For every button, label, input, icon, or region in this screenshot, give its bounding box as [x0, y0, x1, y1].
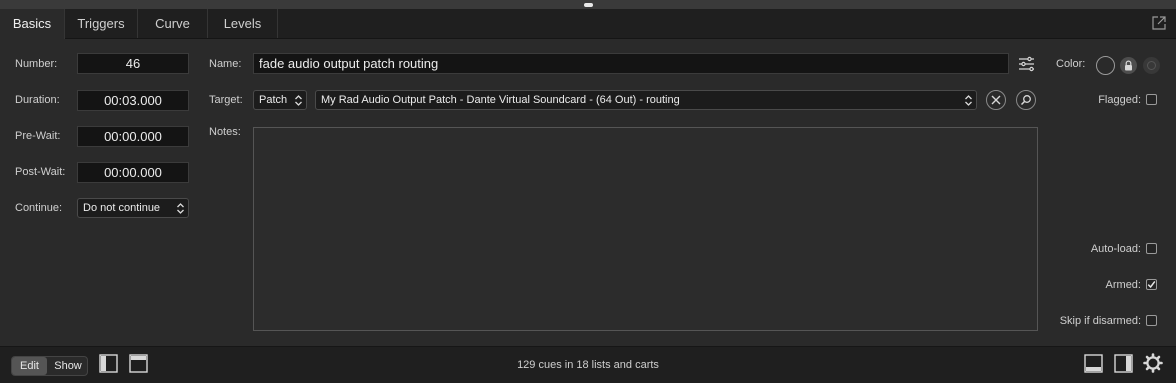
- tab-levels[interactable]: Levels: [208, 9, 278, 38]
- name-options-icon[interactable]: [1018, 56, 1035, 72]
- notes-textarea[interactable]: [253, 127, 1038, 331]
- color-lock-button[interactable]: [1120, 57, 1137, 74]
- lock-icon: [1125, 60, 1132, 71]
- tab-triggers[interactable]: Triggers: [65, 9, 138, 38]
- color-swatch-none[interactable]: [1096, 56, 1115, 75]
- postwait-label: Post-Wait:: [15, 166, 66, 178]
- window-top-strip: [0, 0, 1176, 9]
- target-label: Target:: [209, 94, 243, 106]
- chevron-updown-icon: [295, 95, 302, 106]
- target-type-value: Patch: [259, 94, 288, 106]
- number-label: Number:: [15, 58, 58, 70]
- prewait-label: Pre-Wait:: [15, 130, 61, 142]
- duration-label: Duration:: [15, 94, 60, 106]
- skip-if-disarmed-checkbox[interactable]: [1146, 315, 1157, 326]
- search-icon: [1020, 95, 1031, 106]
- target-type-select[interactable]: Patch: [253, 90, 307, 110]
- name-field[interactable]: fade audio output patch routing: [253, 53, 1009, 74]
- chevron-updown-icon: [965, 95, 972, 106]
- close-icon: [991, 95, 1001, 105]
- checkmark-icon: [1147, 280, 1156, 289]
- continue-label: Continue:: [15, 202, 63, 214]
- tab-basics[interactable]: Basics: [0, 9, 65, 39]
- color-swatch-disabled: [1143, 57, 1160, 74]
- flagged-checkbox[interactable]: [1146, 94, 1157, 105]
- armed-label: Armed:: [1105, 279, 1141, 291]
- target-select[interactable]: My Rad Audio Output Patch - Dante Virtua…: [315, 90, 977, 110]
- name-label: Name:: [209, 58, 242, 70]
- resize-grip[interactable]: [584, 3, 593, 7]
- toggle-right-sidebar-icon[interactable]: [1114, 354, 1133, 373]
- notes-label: Notes:: [209, 126, 241, 138]
- continue-select-value: Do not continue: [83, 202, 161, 214]
- color-label: Color:: [1056, 58, 1086, 70]
- status-text: 129 cues in 18 lists and carts: [517, 359, 659, 371]
- flagged-label: Flagged:: [1098, 94, 1141, 106]
- clear-target-button[interactable]: [986, 90, 1006, 110]
- prewait-field[interactable]: 00:00.000: [77, 126, 189, 147]
- armed-checkbox[interactable]: [1146, 279, 1157, 290]
- continue-select[interactable]: Do not continue: [77, 198, 189, 218]
- find-target-button[interactable]: [1016, 90, 1036, 110]
- number-field[interactable]: 46: [77, 53, 189, 74]
- tab-curve[interactable]: Curve: [138, 9, 208, 38]
- autoload-label: Auto-load:: [1090, 243, 1141, 255]
- target-value: My Rad Audio Output Patch - Dante Virtua…: [321, 94, 680, 106]
- inspector-tab-bar: Basics Triggers Curve Levels: [0, 9, 1176, 39]
- autoload-checkbox[interactable]: [1146, 243, 1157, 254]
- skip-if-disarmed-label: Skip if disarmed:: [1059, 315, 1141, 327]
- toggle-bottom-panel-icon[interactable]: [1084, 354, 1103, 373]
- duration-field[interactable]: 00:03.000: [77, 90, 189, 111]
- bottom-bar: Edit Show 129 cues in 18 lists and carts: [0, 346, 1176, 383]
- postwait-field[interactable]: 00:00.000: [77, 162, 189, 183]
- popout-icon[interactable]: [1152, 16, 1166, 30]
- chevron-updown-icon: [177, 203, 184, 214]
- settings-gear-icon[interactable]: [1143, 353, 1163, 373]
